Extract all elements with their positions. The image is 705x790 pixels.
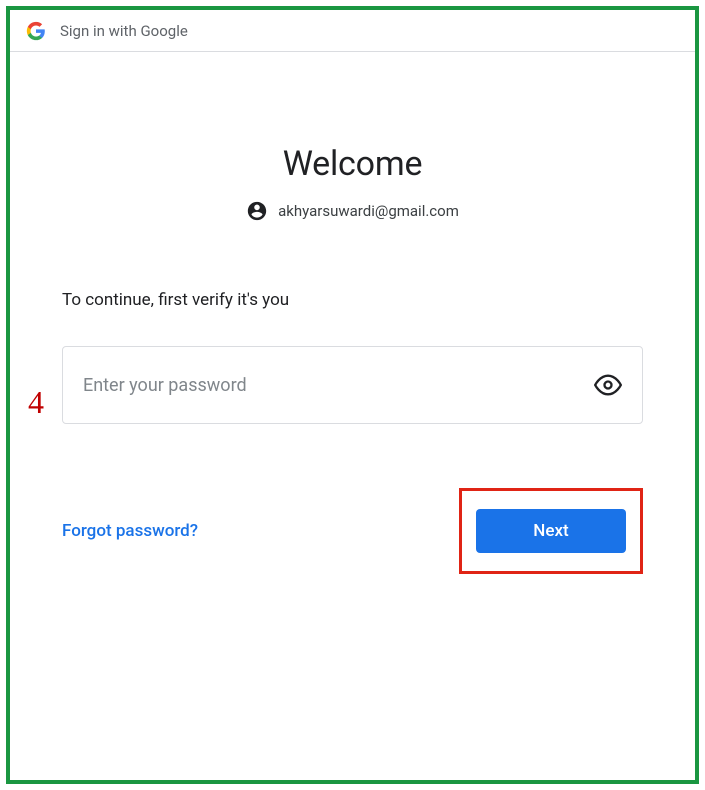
page-frame: Sign in with Google Welcome akhyarsuward… (6, 6, 699, 784)
content-area: Welcome akhyarsuwardi@gmail.com To conti… (10, 144, 695, 574)
account-chip[interactable]: akhyarsuwardi@gmail.com (62, 200, 643, 222)
welcome-heading: Welcome (62, 144, 643, 184)
next-button[interactable]: Next (476, 509, 626, 553)
password-input[interactable] (83, 375, 594, 396)
account-email: akhyarsuwardi@gmail.com (278, 202, 459, 220)
annotation-highlight-box: Next (459, 488, 643, 574)
account-circle-icon (246, 200, 268, 222)
forgot-password-link[interactable]: Forgot password? (62, 521, 198, 541)
google-logo-icon (26, 21, 46, 41)
verify-instruction: To continue, first verify it's you (62, 290, 643, 310)
actions-row: Forgot password? Next (62, 488, 643, 574)
show-password-icon[interactable] (594, 371, 622, 399)
header-bar: Sign in with Google (10, 10, 695, 52)
annotation-step-number: 4 (28, 384, 44, 421)
header-title: Sign in with Google (60, 22, 188, 40)
password-field-container (62, 346, 643, 424)
